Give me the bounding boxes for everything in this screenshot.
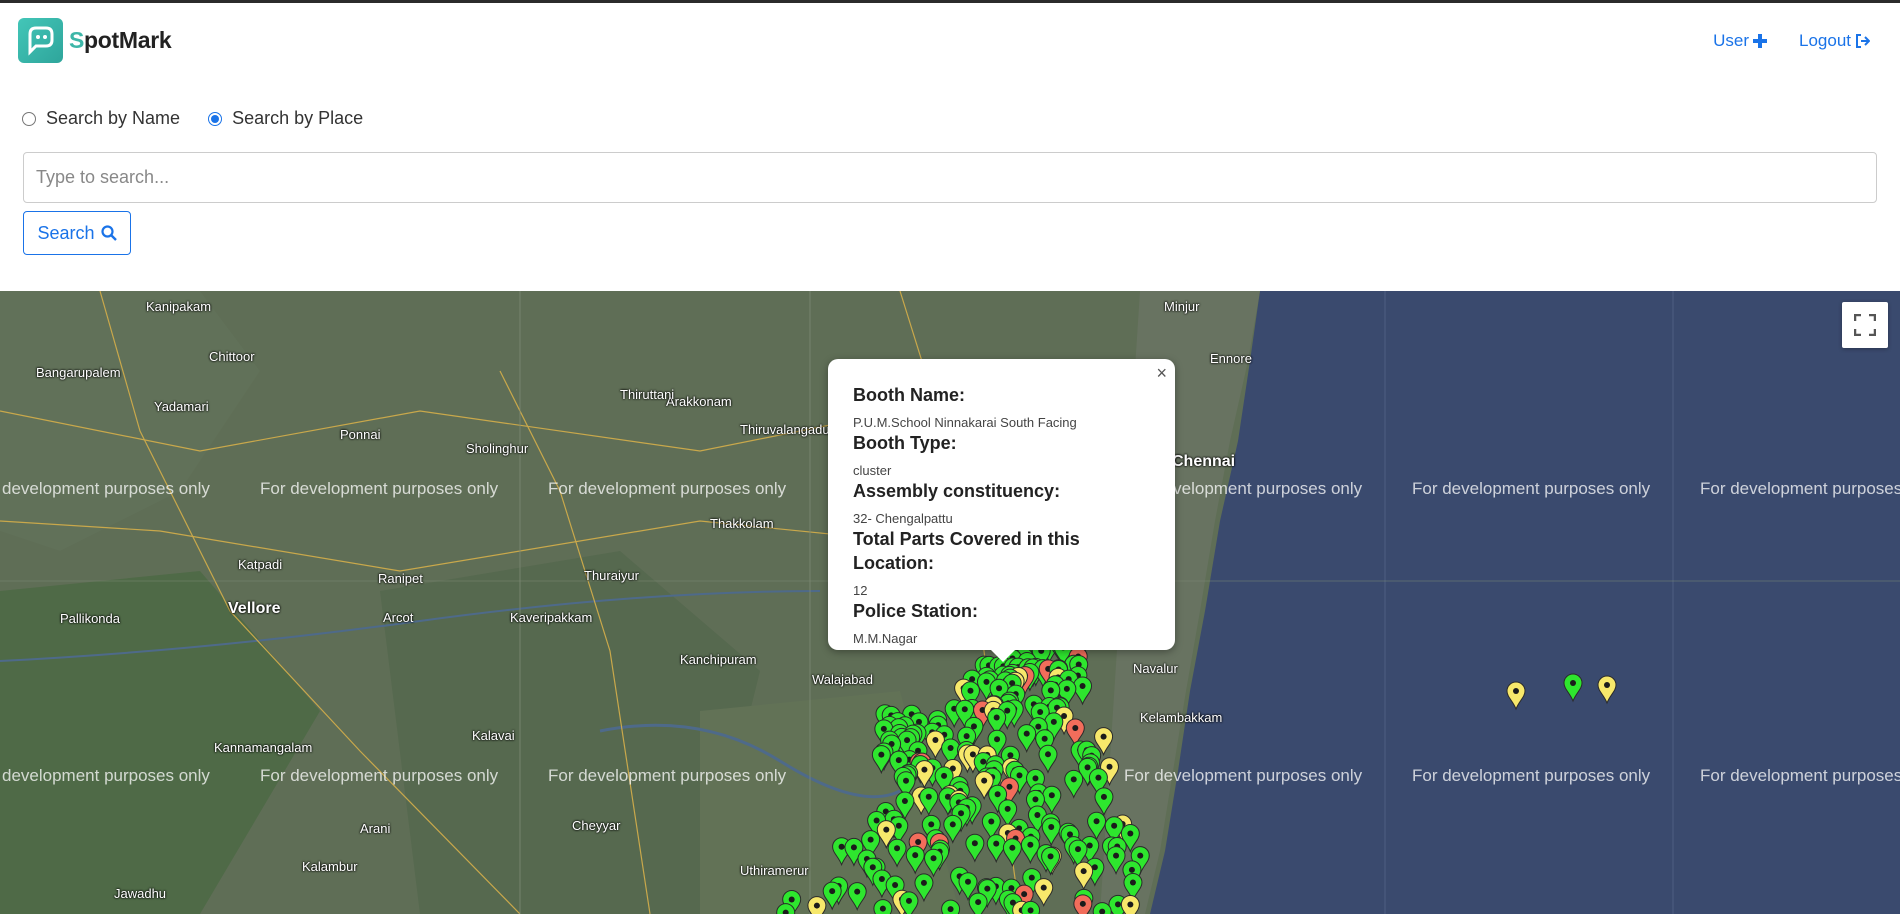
booth-marker-icon[interactable]	[807, 896, 827, 914]
booth-marker-icon[interactable]	[871, 745, 891, 775]
booth-marker-icon[interactable]	[941, 899, 961, 914]
booth-marker-icon[interactable]	[1002, 838, 1022, 868]
booth-marker-icon[interactable]	[914, 873, 934, 903]
booth-marker-icon[interactable]	[925, 730, 945, 760]
total-parts-value: 12	[853, 583, 868, 598]
search-by-name-radio[interactable]	[22, 111, 36, 126]
total-parts-label: Total Parts Covered in this Location:	[853, 529, 1080, 573]
booth-marker-icon[interactable]	[1034, 878, 1054, 908]
search-icon	[100, 225, 117, 241]
booth-marker-icon[interactable]	[965, 833, 985, 863]
user-plus-icon	[1753, 34, 1767, 48]
sign-out-icon	[1856, 34, 1870, 48]
brand[interactable]: SpotMark	[18, 18, 172, 63]
user-link[interactable]: User	[1713, 31, 1767, 51]
assembly-constituency-label: Assembly constituency:	[853, 481, 1061, 501]
booth-marker-icon[interactable]	[905, 845, 925, 875]
search-mode-group: Search by Name Search by Place	[22, 108, 363, 129]
booth-marker-icon[interactable]	[1038, 744, 1058, 774]
logout-link-label: Logout	[1799, 31, 1851, 50]
search-by-place-radio[interactable]	[208, 111, 223, 126]
booth-marker-icon[interactable]	[1106, 846, 1126, 875]
booth-marker-icon[interactable]	[1563, 673, 1583, 703]
search-by-place-option[interactable]: Search by Place	[208, 108, 363, 129]
fullscreen-icon	[1854, 314, 1876, 336]
police-station-value: M.M.Nagar	[853, 631, 918, 646]
booth-marker-icon[interactable]	[1064, 769, 1084, 799]
search-by-place-label: Search by Place	[232, 108, 364, 128]
booth-marker-icon[interactable]	[847, 882, 867, 911]
search-button[interactable]: Search	[23, 211, 131, 255]
app-header: SpotMark User Logout	[0, 3, 1900, 75]
close-icon[interactable]: ×	[1156, 363, 1167, 384]
booth-marker-icon[interactable]	[1017, 724, 1037, 754]
booth-type-value: cluster	[853, 463, 892, 478]
booth-marker-icon[interactable]	[887, 838, 907, 868]
booth-type-label: Booth Type:	[853, 433, 957, 453]
user-link-label: User	[1713, 31, 1749, 50]
app-name: SpotMark	[69, 27, 172, 53]
booth-info-popup: × Booth Name: P.U.M.School Ninnakarai So…	[828, 359, 1175, 662]
booth-marker-icon[interactable]	[1506, 681, 1526, 711]
booth-name-label: Booth Name:	[853, 385, 965, 405]
booth-marker-icon[interactable]	[968, 892, 988, 914]
assembly-constituency-value: 32- Chengalpattu	[853, 511, 953, 526]
booth-marker-icon[interactable]	[986, 833, 1006, 864]
booth-marker-icon[interactable]	[1094, 787, 1114, 817]
logout-link[interactable]: Logout	[1799, 31, 1870, 51]
booth-marker-icon[interactable]	[1021, 900, 1041, 914]
search-input[interactable]	[23, 152, 1877, 203]
header-nav: User Logout	[1713, 31, 1870, 51]
booth-marker-icon[interactable]	[1041, 846, 1061, 876]
search-by-name-option[interactable]: Search by Name	[22, 108, 180, 129]
police-station-label: Police Station:	[853, 601, 979, 621]
booth-marker-icon[interactable]	[1073, 676, 1093, 706]
spotmark-logo-icon	[18, 18, 63, 63]
booth-marker-icon[interactable]	[1041, 817, 1061, 847]
booth-marker-icon[interactable]	[1042, 785, 1062, 815]
search-button-label: Search	[37, 222, 95, 243]
booth-marker-icon[interactable]	[1120, 894, 1140, 914]
fullscreen-button[interactable]	[1842, 302, 1888, 348]
booth-marker-icon[interactable]	[1087, 811, 1107, 841]
booth-name-value: P.U.M.School Ninnakarai South Facing	[853, 415, 1077, 430]
booth-marker-icon[interactable]	[1597, 675, 1617, 705]
booth-marker-icon[interactable]	[1073, 894, 1093, 914]
booth-marker-icon[interactable]	[1020, 835, 1040, 865]
search-by-name-label: Search by Name	[46, 108, 181, 128]
booth-marker-icon[interactable]	[1074, 861, 1094, 891]
booth-marker-icon[interactable]	[873, 899, 893, 914]
booth-marker-icon[interactable]	[924, 848, 944, 878]
